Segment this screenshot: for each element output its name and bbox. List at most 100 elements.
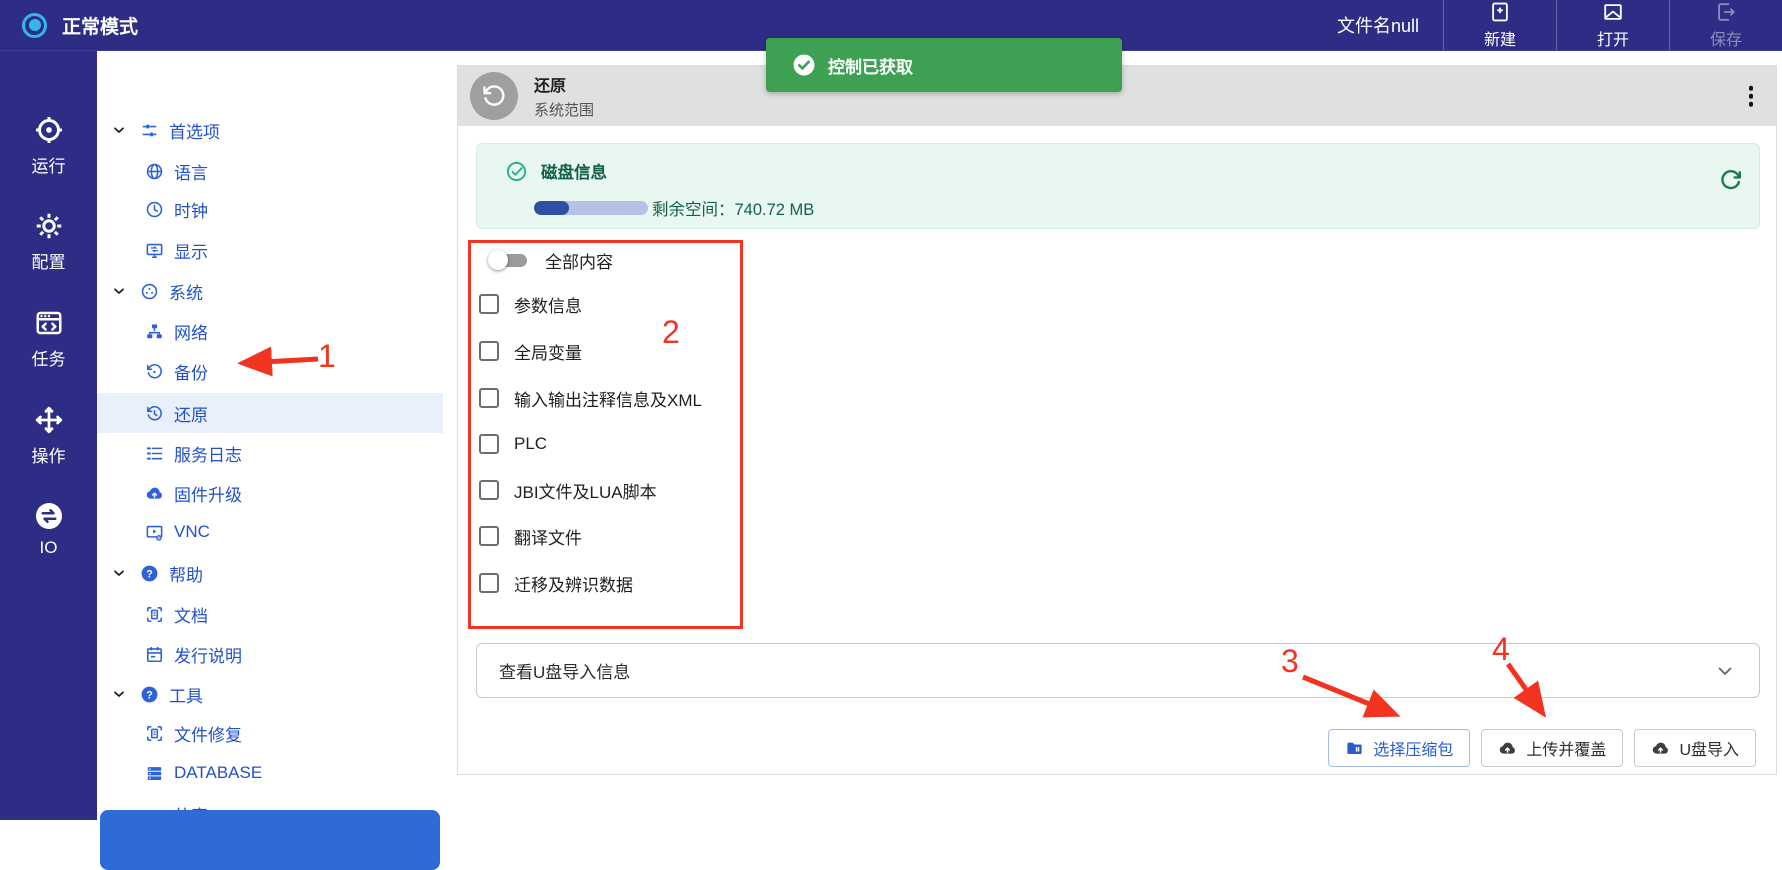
page-title: 还原 <box>534 72 594 96</box>
open-file-button[interactable]: 打开 <box>1556 0 1669 50</box>
checkbox[interactable] <box>479 573 499 593</box>
network-icon <box>145 322 164 341</box>
checkbox[interactable] <box>479 294 499 314</box>
system-dial-icon <box>140 282 159 301</box>
usb-import-button[interactable]: U盘导入 <box>1634 729 1756 767</box>
code-window-icon <box>34 308 64 338</box>
disk-progress-bar <box>534 201 648 215</box>
toggle-label: 全部内容 <box>545 248 613 273</box>
annotation-3: 3 <box>1281 645 1299 677</box>
menu-item-database[interactable]: DATABASE <box>97 753 443 793</box>
free-space-label: 剩余空间：740.72 MB <box>652 196 814 220</box>
monitor-icon <box>145 241 164 260</box>
checkbox-row-io-comments-xml: 输入输出注释信息及XML <box>479 383 702 413</box>
menu-item-tools[interactable]: 工具 <box>97 674 443 714</box>
open-file-icon <box>1602 1 1624 23</box>
menu-item-display[interactable]: 显示 <box>97 230 443 270</box>
backup-history-icon <box>145 362 164 381</box>
restore-arrow-icon <box>481 83 507 109</box>
menu-item-clock[interactable]: 时钟 <box>97 189 443 229</box>
menu-item-network[interactable]: 网络 <box>97 311 443 351</box>
mode-indicator: 正常模式 <box>0 0 138 50</box>
new-file-button[interactable]: 新建 <box>1443 0 1556 50</box>
menu-item-firmware-upgrade[interactable]: 固件升级 <box>97 473 443 513</box>
refresh-icon[interactable] <box>1719 168 1743 192</box>
filename-label: 文件名null <box>1337 12 1443 38</box>
globe-icon <box>145 162 164 181</box>
menu-item-restore[interactable]: 还原 <box>97 393 443 433</box>
move-icon <box>34 405 64 435</box>
restore-panel: 还原 系统范围 磁盘信息 剩余空间：740.72 MB 全部内容 参数信息 全局… <box>457 65 1777 775</box>
chevron-down-icon[interactable] <box>111 283 127 299</box>
checkbox[interactable] <box>479 388 499 408</box>
menu-item-help[interactable]: 帮助 <box>97 553 443 593</box>
menu-item-docs[interactable]: 文档 <box>97 594 443 634</box>
checkbox[interactable] <box>479 341 499 361</box>
checkbox-row-plc: PLC <box>479 429 547 459</box>
menu-item-file-repair[interactable]: 文件修复 <box>97 713 443 753</box>
select-archive-button[interactable]: 选择压缩包 <box>1328 729 1470 767</box>
sidebar-item-task[interactable]: 任务 <box>0 308 97 370</box>
cloud-upload-icon <box>1498 739 1517 758</box>
question-circle-icon <box>140 564 159 583</box>
toggle-all-content-row: 全部内容 <box>488 245 613 275</box>
checkbox-row-translation: 翻译文件 <box>479 521 582 551</box>
menu-item-service-log[interactable]: 服务日志 <box>97 433 443 473</box>
question-circle-icon <box>140 685 159 704</box>
cloud-upload-icon <box>145 484 164 503</box>
video-settings-icon <box>145 523 164 542</box>
menu-item-system[interactable]: 系统 <box>97 271 443 311</box>
kebab-menu-button[interactable] <box>1744 81 1759 112</box>
sliders-icon <box>140 121 159 140</box>
sidebar-item-run[interactable]: 运行 <box>0 115 97 177</box>
usb-import-info-expander[interactable]: 查看U盘导入信息 <box>476 643 1760 698</box>
save-button[interactable]: 保存 <box>1669 0 1782 50</box>
checkbox-row-parameters: 参数信息 <box>479 289 582 319</box>
disk-progress-fill <box>534 201 569 215</box>
all-content-toggle[interactable] <box>488 250 528 270</box>
checkbox[interactable] <box>479 526 499 546</box>
checkbox-row-jbi-lua: JBI文件及LUA脚本 <box>479 475 657 505</box>
check-circle-icon <box>792 53 816 77</box>
scan-doc-icon <box>145 724 164 743</box>
annotation-4: 4 <box>1492 633 1510 665</box>
upload-overwrite-button[interactable]: 上传并覆盖 <box>1481 729 1623 767</box>
action-button-row: 选择压缩包 上传并覆盖 U盘导入 <box>1328 729 1756 767</box>
sidebar-bottom-button[interactable] <box>100 810 440 870</box>
checkbox[interactable] <box>479 480 499 500</box>
cloud-upload-icon <box>1651 739 1670 758</box>
page-subtitle: 系统范围 <box>534 99 594 120</box>
mode-label: 正常模式 <box>62 12 138 39</box>
checkbox-row-migration: 迁移及辨识数据 <box>479 568 633 598</box>
chevron-down-icon[interactable] <box>111 122 127 138</box>
settings-menu: 首选项 语言 时钟 显示 系统 网络 备份 还原 服务日志 固件升级 VNC <box>97 51 443 820</box>
checkbox[interactable] <box>479 434 499 454</box>
chevron-down-icon[interactable] <box>111 686 127 702</box>
menu-item-release-notes[interactable]: 发行说明 <box>97 634 443 674</box>
menu-item-preferences[interactable]: 首选项 <box>97 110 443 150</box>
database-icon <box>145 764 164 783</box>
menu-item-backup[interactable]: 备份 <box>97 351 443 391</box>
chevron-down-icon[interactable] <box>111 565 127 581</box>
calendar-icon <box>145 645 164 664</box>
clock-icon <box>145 200 164 219</box>
check-circle-outline-icon <box>505 160 528 183</box>
ordered-list-icon <box>145 444 164 463</box>
sidebar-item-operate[interactable]: 操作 <box>0 405 97 467</box>
primary-sidebar: 运行 配置 任务 操作 IO <box>0 51 97 820</box>
file-plus-icon <box>1489 1 1511 23</box>
toast-control-acquired: 控制已获取 <box>766 38 1122 92</box>
save-export-icon <box>1715 1 1737 23</box>
disk-info-card: 磁盘信息 剩余空间：740.72 MB <box>476 143 1760 229</box>
sidebar-item-config[interactable]: 配置 <box>0 211 97 273</box>
annotation-2: 2 <box>662 316 680 348</box>
sidebar-item-io[interactable]: IO <box>0 501 97 558</box>
gear-icon <box>34 211 64 241</box>
mode-radio-icon <box>22 13 47 38</box>
sync-icon <box>34 501 64 531</box>
restore-history-icon <box>145 404 164 423</box>
menu-item-language[interactable]: 语言 <box>97 151 443 191</box>
menu-item-vnc[interactable]: VNC <box>97 512 443 552</box>
disk-info-title: 磁盘信息 <box>541 159 607 183</box>
chevron-down-icon[interactable] <box>1715 661 1735 681</box>
